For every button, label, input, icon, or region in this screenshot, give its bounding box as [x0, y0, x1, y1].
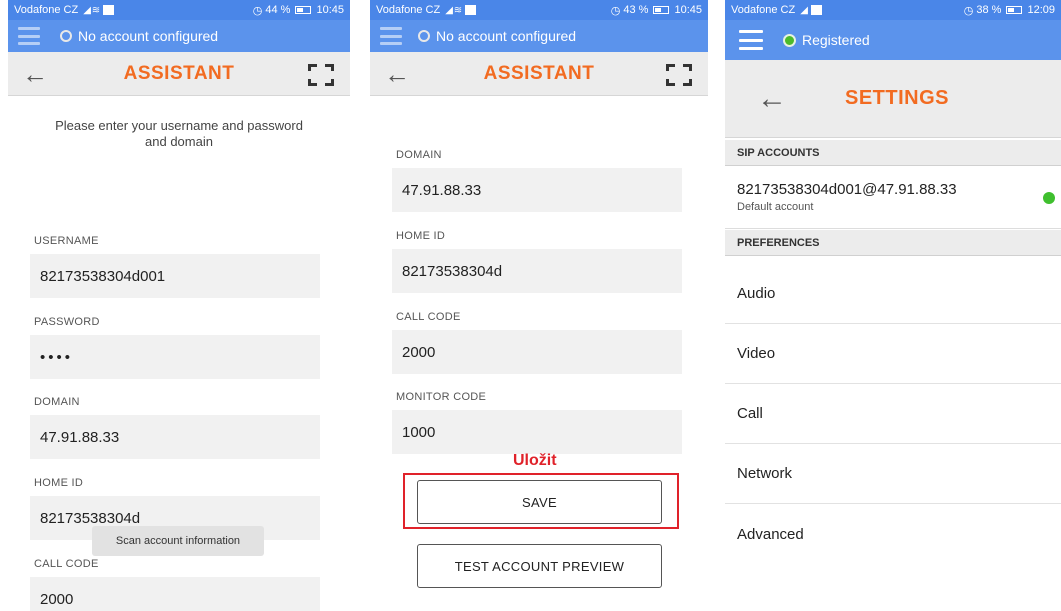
save-annotation-label: Uložit	[513, 452, 557, 469]
account-status-text: No account configured	[436, 28, 577, 44]
status-ring-icon	[418, 30, 430, 42]
battery-icon	[295, 6, 312, 14]
carrier-label: Vodafone CZ	[376, 4, 441, 16]
title-bar: ← ASSISTANT	[8, 52, 350, 96]
domain-field[interactable]: 47.91.88.33	[392, 168, 682, 212]
call-code-label: CALL CODE	[396, 311, 461, 323]
call-code-label: CALL CODE	[34, 558, 99, 570]
clock: 10:45	[674, 4, 702, 16]
pref-item-advanced[interactable]: Advanced	[725, 504, 1061, 564]
clock: 12:09	[1027, 4, 1055, 16]
test-account-preview-button[interactable]: TEST ACCOUNT PREVIEW	[417, 544, 662, 588]
page-title: ASSISTANT	[483, 62, 595, 84]
account-status-bar: No account configured	[370, 20, 708, 52]
preferences-header: PREFERENCES	[725, 230, 1061, 256]
instruction-text: Please enter your username and password …	[55, 118, 303, 149]
monitor-code-group: MONITOR CODE 1000	[370, 391, 682, 454]
call-code-group: CALL CODE 2000	[8, 558, 320, 611]
registered-dot-icon	[1043, 192, 1055, 204]
account-status: No account configured	[60, 28, 218, 44]
domain-field[interactable]: 47.91.88.33	[30, 415, 320, 459]
battery-icon	[653, 6, 670, 14]
signal-icon: ◢ ≋	[445, 4, 462, 16]
notification-icon	[103, 5, 115, 15]
call-code-field[interactable]: 2000	[392, 330, 682, 374]
toast-message: Scan account information	[92, 526, 264, 556]
password-field[interactable]: ••••	[30, 335, 320, 379]
carrier-label: Vodafone CZ	[731, 4, 796, 16]
back-arrow-icon[interactable]: ←	[22, 61, 48, 87]
alarm-icon: ◷	[963, 4, 974, 17]
back-arrow-icon[interactable]: ←	[757, 83, 787, 114]
domain-group: DOMAIN 47.91.88.33	[370, 149, 682, 212]
status-bar: Vodafone CZ ◢ ≋ ◷ 44 % 10:45	[8, 0, 350, 20]
pref-item-audio[interactable]: Audio	[725, 264, 1061, 324]
alarm-icon: ◷	[252, 4, 263, 17]
account-subtitle: Default account	[737, 201, 814, 213]
username-field[interactable]: 82173538304d001	[30, 254, 320, 298]
pref-item-video[interactable]: Video	[725, 324, 1061, 384]
password-label: PASSWORD	[34, 316, 100, 328]
signal-icon: ◢ ≋	[83, 4, 100, 16]
battery-percent: 38 %	[976, 4, 1002, 16]
status-bar: Vodafone CZ ◢ ◷ 38 % 12:09	[725, 0, 1061, 20]
domain-group: DOMAIN 47.91.88.33	[8, 396, 320, 459]
sip-accounts-header: SIP ACCOUNTS	[725, 140, 1061, 166]
menu-icon[interactable]	[739, 30, 763, 50]
pref-item-network[interactable]: Network	[725, 444, 1061, 504]
settings-screen: Vodafone CZ ◢ ◷ 38 % 12:09 Registered ← …	[725, 0, 1061, 611]
password-group: PASSWORD ••••	[8, 316, 320, 379]
monitor-code-field[interactable]: 1000	[392, 410, 682, 454]
home-id-field[interactable]: 82173538304d	[392, 249, 682, 293]
home-id-label: HOME ID	[34, 477, 84, 489]
battery-icon	[1006, 6, 1023, 14]
status-bar: Vodafone CZ ◢ ≋ ◷ 43 % 10:45	[370, 0, 708, 20]
alarm-icon: ◷	[610, 4, 621, 17]
page-title: ASSISTANT	[123, 62, 235, 84]
call-code-group: CALL CODE 2000	[370, 311, 682, 374]
sip-account-item[interactable]: 82173538304d001@47.91.88.33 Default acco…	[725, 167, 1061, 229]
notification-icon	[810, 5, 822, 15]
account-status-bar: Registered	[725, 20, 1061, 60]
assistant-login-screen: Vodafone CZ ◢ ≋ ◷ 44 % 10:45 No account …	[8, 0, 350, 611]
account-status-text: No account configured	[78, 28, 219, 44]
menu-icon[interactable]	[380, 27, 402, 45]
save-button[interactable]: SAVE	[417, 480, 662, 524]
title-bar: ← ASSISTANT	[370, 52, 708, 96]
account-status: No account configured	[418, 28, 576, 44]
assistant-account-screen: Vodafone CZ ◢ ≋ ◷ 43 % 10:45 No account …	[370, 0, 708, 611]
monitor-code-label: MONITOR CODE	[396, 391, 487, 403]
account-status: Registered	[783, 32, 870, 48]
username-label: USERNAME	[34, 235, 99, 247]
username-group: USERNAME 82173538304d001	[8, 235, 320, 298]
battery-percent: 43 %	[623, 4, 649, 16]
account-status-text: Registered	[802, 32, 870, 48]
call-code-field[interactable]: 2000	[30, 577, 320, 611]
signal-icon: ◢	[800, 4, 808, 16]
account-status-bar: No account configured	[8, 20, 350, 52]
registered-status-icon	[783, 33, 796, 47]
qr-scan-icon[interactable]	[308, 64, 334, 86]
home-id-group: HOME ID 82173538304d	[370, 230, 682, 293]
clock: 10:45	[316, 4, 344, 16]
home-id-label: HOME ID	[396, 230, 446, 242]
title-bar: ← SETTINGS	[725, 60, 1061, 138]
domain-label: DOMAIN	[34, 396, 80, 408]
back-arrow-icon[interactable]: ←	[384, 61, 410, 87]
domain-label: DOMAIN	[396, 149, 442, 161]
status-ring-icon	[60, 30, 72, 42]
carrier-label: Vodafone CZ	[14, 4, 79, 16]
qr-scan-icon[interactable]	[666, 64, 692, 86]
pref-item-call[interactable]: Call	[725, 384, 1061, 444]
account-uri: 82173538304d001@47.91.88.33	[737, 181, 957, 198]
battery-percent: 44 %	[265, 4, 291, 16]
menu-icon[interactable]	[18, 27, 40, 45]
notification-icon	[465, 5, 477, 15]
